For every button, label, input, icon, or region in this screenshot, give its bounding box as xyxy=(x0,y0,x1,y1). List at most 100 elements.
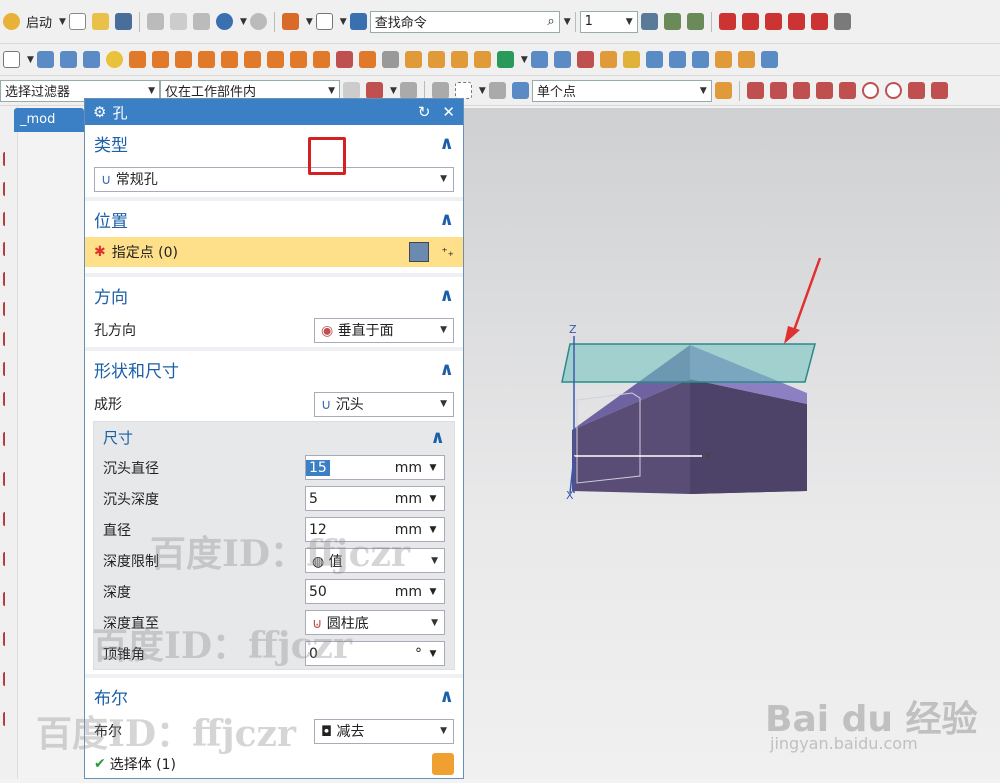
snap-midpoint-icon[interactable] xyxy=(792,82,810,99)
point-dialog-icon[interactable]: ⁺₊ xyxy=(441,245,454,259)
shell-icon[interactable] xyxy=(358,51,376,68)
nx5-icon[interactable] xyxy=(174,51,192,68)
replace-face-icon[interactable] xyxy=(714,51,732,68)
cone-icon[interactable] xyxy=(82,51,100,68)
position-section-header[interactable]: 位置 ∧ xyxy=(85,201,463,237)
resource-icon[interactable] xyxy=(3,272,12,286)
edge-blend-icon[interactable] xyxy=(599,51,617,68)
wcs-rotate-icon[interactable] xyxy=(810,13,828,30)
groove-icon[interactable] xyxy=(312,51,330,68)
command-finder-icon[interactable] xyxy=(349,13,367,30)
resource-icon[interactable] xyxy=(3,552,12,566)
datum-plane-icon[interactable] xyxy=(764,13,782,30)
cut-icon[interactable] xyxy=(146,13,164,30)
solid-select-icon[interactable] xyxy=(488,82,506,99)
hole-direction-select[interactable]: ◉ 垂直于面 ▼ xyxy=(314,317,454,343)
resource-icon[interactable] xyxy=(3,302,12,316)
resource-icon[interactable] xyxy=(3,362,12,376)
close-icon[interactable]: ✕ xyxy=(442,103,455,121)
box-select-icon[interactable] xyxy=(454,82,472,99)
shape-section-header[interactable]: 形状和尺寸 ∧ xyxy=(85,351,463,387)
view-orient-icon[interactable] xyxy=(833,13,851,30)
pocket-icon[interactable] xyxy=(243,51,261,68)
move-face-icon[interactable] xyxy=(737,51,755,68)
body-select-icon[interactable] xyxy=(511,82,529,99)
snap-point-on-curve-icon[interactable] xyxy=(907,82,925,99)
resource-icon[interactable] xyxy=(3,592,12,606)
paste-icon[interactable] xyxy=(192,13,210,30)
resource-icon[interactable] xyxy=(3,152,12,166)
sketch-section-icon[interactable] xyxy=(409,242,430,262)
snap-point-select[interactable]: 单个点 ▼ xyxy=(531,79,712,102)
snap-existing-point-icon[interactable] xyxy=(746,82,764,99)
save-icon[interactable] xyxy=(114,13,132,30)
render-style-icon[interactable] xyxy=(281,13,299,30)
resource-icon[interactable] xyxy=(3,712,12,726)
pad-icon[interactable] xyxy=(266,51,284,68)
resource-icon[interactable] xyxy=(3,632,12,646)
point-icon[interactable] xyxy=(496,51,514,68)
dimensions-header[interactable]: 尺寸 ∧ xyxy=(94,422,454,452)
face-select-icon[interactable] xyxy=(431,82,449,99)
collapse-icon[interactable]: ∧ xyxy=(439,686,454,707)
wcs-origin-icon[interactable] xyxy=(787,13,805,30)
open-folder-icon[interactable] xyxy=(91,13,109,30)
resource-icon[interactable] xyxy=(3,242,12,256)
specify-point-row[interactable]: ✱ 指定点 (0) ⁺₊ xyxy=(85,237,463,267)
unite-icon[interactable] xyxy=(530,51,548,68)
snap-quadrant-icon[interactable] xyxy=(884,82,902,99)
datum-axis-icon[interactable] xyxy=(741,13,759,30)
revolve-icon[interactable] xyxy=(151,51,169,68)
counterbore-diameter-input[interactable]: 15 mm ▼ xyxy=(305,455,445,480)
undo-icon[interactable] xyxy=(215,13,233,30)
snap-control-point-icon[interactable] xyxy=(815,82,833,99)
layer-select[interactable]: 1 ▼ xyxy=(579,10,638,33)
select-mode-icon[interactable] xyxy=(343,82,360,99)
blank-box-icon[interactable] xyxy=(315,13,333,30)
intersect-icon[interactable] xyxy=(576,51,594,68)
patch-icon[interactable] xyxy=(691,51,709,68)
resource-icon[interactable] xyxy=(3,182,12,196)
copy-icon[interactable] xyxy=(169,13,187,30)
draft-icon[interactable] xyxy=(645,51,663,68)
snap-enable-icon[interactable] xyxy=(714,82,732,99)
resource-icon[interactable] xyxy=(3,672,12,686)
sphere-icon[interactable] xyxy=(105,51,123,68)
type-section-header[interactable]: 类型 ∧ xyxy=(85,125,463,161)
pattern-icon[interactable] xyxy=(427,51,445,68)
thread-icon[interactable] xyxy=(335,51,353,68)
edge-select-icon[interactable] xyxy=(399,82,417,99)
more-features-icon[interactable] xyxy=(760,51,778,68)
feature-select-icon[interactable] xyxy=(366,82,383,99)
resource-icon[interactable] xyxy=(3,432,12,446)
sew-icon[interactable] xyxy=(668,51,686,68)
datum-csys-icon[interactable] xyxy=(718,13,736,30)
resource-icon[interactable] xyxy=(3,392,12,406)
direction-section-header[interactable]: 方向 ∧ xyxy=(85,277,463,313)
trim-body-icon[interactable] xyxy=(381,51,399,68)
model-tab[interactable]: _mod xyxy=(14,108,84,132)
new-file-icon[interactable] xyxy=(68,13,86,30)
snap-tangent-icon[interactable] xyxy=(930,82,948,99)
boolean-select[interactable]: ◘ 减去 ▼ xyxy=(314,718,454,744)
counterbore-depth-input[interactable]: 5 mm ▼ xyxy=(305,486,445,511)
layer-move-icon[interactable] xyxy=(686,13,704,30)
command-search-input[interactable]: 查找命令 ⌕ xyxy=(369,10,560,33)
snap-endpoint-icon[interactable] xyxy=(769,82,787,99)
hole-icon[interactable] xyxy=(197,51,215,68)
gear-icon[interactable]: ⚙ xyxy=(93,103,106,121)
layer-visible-icon[interactable] xyxy=(663,13,681,30)
snap-arc-center-icon[interactable] xyxy=(861,82,879,99)
snap-intersection-icon[interactable] xyxy=(838,82,856,99)
chamfer-icon[interactable] xyxy=(622,51,640,68)
extrude-icon[interactable] xyxy=(128,51,146,68)
resource-icon[interactable] xyxy=(3,212,12,226)
collapse-icon[interactable]: ∧ xyxy=(430,427,445,448)
resource-icon[interactable] xyxy=(3,512,12,526)
collapse-icon[interactable]: ∧ xyxy=(439,133,454,154)
cylinder-icon[interactable] xyxy=(59,51,77,68)
hole-type-select[interactable]: ∪ 常规孔 ▼ xyxy=(94,166,454,192)
block-icon[interactable] xyxy=(36,51,54,68)
collapse-icon[interactable]: ∧ xyxy=(439,285,454,306)
offset-face-icon[interactable] xyxy=(404,51,422,68)
